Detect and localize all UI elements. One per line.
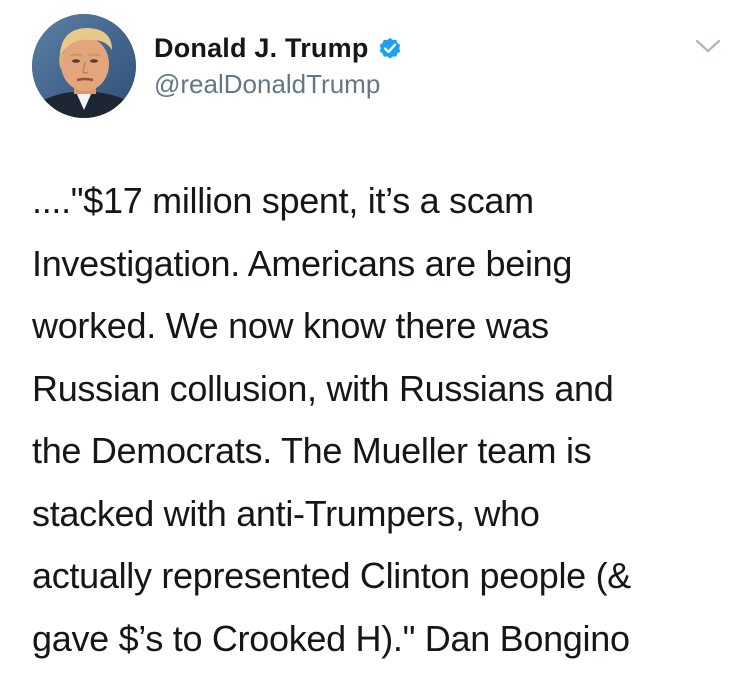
handle[interactable]: @realDonaldTrump [154, 69, 403, 100]
tweet-text: ...."$17 million spent, it’s a scam Inve… [32, 180, 631, 659]
tweet-header: Donald J. Trump @realDonaldTrump [32, 14, 722, 120]
author-names: Donald J. Trump @realDonaldTrump [154, 30, 403, 100]
chevron-down-icon[interactable] [694, 36, 722, 56]
avatar[interactable] [32, 14, 136, 118]
display-name[interactable]: Donald J. Trump [154, 33, 369, 64]
verified-badge-icon [377, 35, 403, 61]
profile-photo [32, 14, 136, 118]
display-name-row: Donald J. Trump [154, 30, 403, 66]
tweet: Donald J. Trump @realDonaldTrump ...."$1… [0, 0, 750, 680]
